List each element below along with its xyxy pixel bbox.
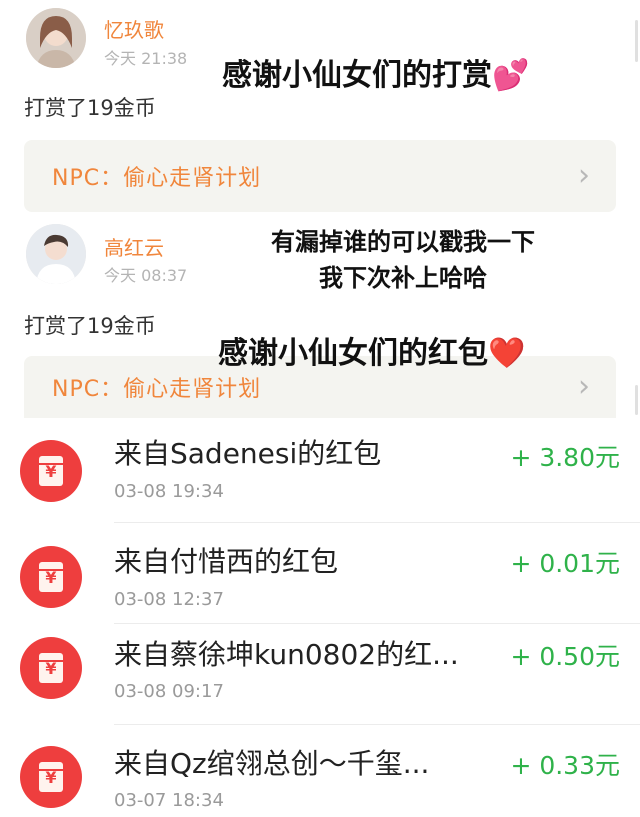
divider <box>114 522 640 523</box>
list-item[interactable]: ¥ 来自Sadenesi的红包 03-08 19:34 + 3.80元 <box>0 418 640 523</box>
packet-date: 03-08 12:37 <box>114 589 224 610</box>
missed-note-line: 有漏掉谁的可以戳我一下 <box>271 228 535 256</box>
npc-label: NPC：偷心走肾计划 <box>52 377 262 402</box>
red-packet-icon: ¥ <box>20 440 82 502</box>
list-item[interactable]: ¥ 来自付惜西的红包 03-08 12:37 + 0.01元 <box>0 524 640 629</box>
packet-date: 03-08 09:17 <box>114 681 224 702</box>
user-name[interactable]: 高红云 <box>104 232 164 261</box>
packet-title: 来自Sadenesi的红包 <box>114 437 382 470</box>
npc-link-card[interactable]: NPC：偷心走肾计划 › <box>24 140 616 212</box>
list-item[interactable]: ¥ 来自蔡徐坤kun0802的红... 03-08 09:17 + 0.50元 <box>0 623 640 728</box>
avatar-image-icon <box>26 224 86 284</box>
packet-amount: + 0.33元 <box>510 751 620 780</box>
thanks-packets-overlay: 感谢小仙女们的红包❤️ <box>218 336 526 371</box>
yuan-envelope-icon: ¥ <box>39 456 63 486</box>
packet-title: 来自蔡徐坤kun0802的红... <box>114 638 459 671</box>
yuan-envelope-icon: ¥ <box>39 762 63 792</box>
packet-title: 来自付惜西的红包 <box>114 545 339 578</box>
packet-amount: + 0.50元 <box>510 642 620 671</box>
packet-amount: + 0.01元 <box>510 549 620 578</box>
avatar-image-icon <box>26 8 86 68</box>
list-item[interactable]: ¥ 来自Qz绾翎总创～千玺... 03-07 18:34 + 0.33元 <box>0 724 640 817</box>
packet-date: 03-07 18:34 <box>114 790 224 811</box>
yuan-envelope-icon: ¥ <box>39 653 63 683</box>
packet-date: 03-08 19:34 <box>114 481 224 502</box>
red-packet-icon: ¥ <box>20 746 82 808</box>
red-packet-icon: ¥ <box>20 546 82 608</box>
tip-time: 今天 08:37 <box>104 266 188 285</box>
tip-text: 打赏了19金币 <box>24 96 156 120</box>
missed-note-line: 我下次补上哈哈 <box>319 264 487 292</box>
chevron-right-icon: › <box>578 158 590 193</box>
tip-text: 打赏了19金币 <box>24 314 156 338</box>
missed-note-overlay: 有漏掉谁的可以戳我一下 我下次补上哈哈 <box>238 224 568 296</box>
user-avatar[interactable] <box>26 8 86 68</box>
chevron-right-icon: › <box>578 369 590 404</box>
yuan-envelope-icon: ¥ <box>39 562 63 592</box>
user-name[interactable]: 忆玖歌 <box>104 14 164 43</box>
red-packet-icon: ¥ <box>20 637 82 699</box>
packet-amount: + 3.80元 <box>510 443 620 472</box>
thanks-tips-overlay: 感谢小仙女们的打赏💕 <box>222 58 530 93</box>
npc-label: NPC：偷心走肾计划 <box>52 166 262 191</box>
scrollbar[interactable] <box>635 385 638 415</box>
scrollbar[interactable] <box>635 20 638 62</box>
tip-time: 今天 21:38 <box>104 49 188 68</box>
packet-title: 来自Qz绾翎总创～千玺... <box>114 747 430 780</box>
user-avatar[interactable] <box>26 224 86 284</box>
